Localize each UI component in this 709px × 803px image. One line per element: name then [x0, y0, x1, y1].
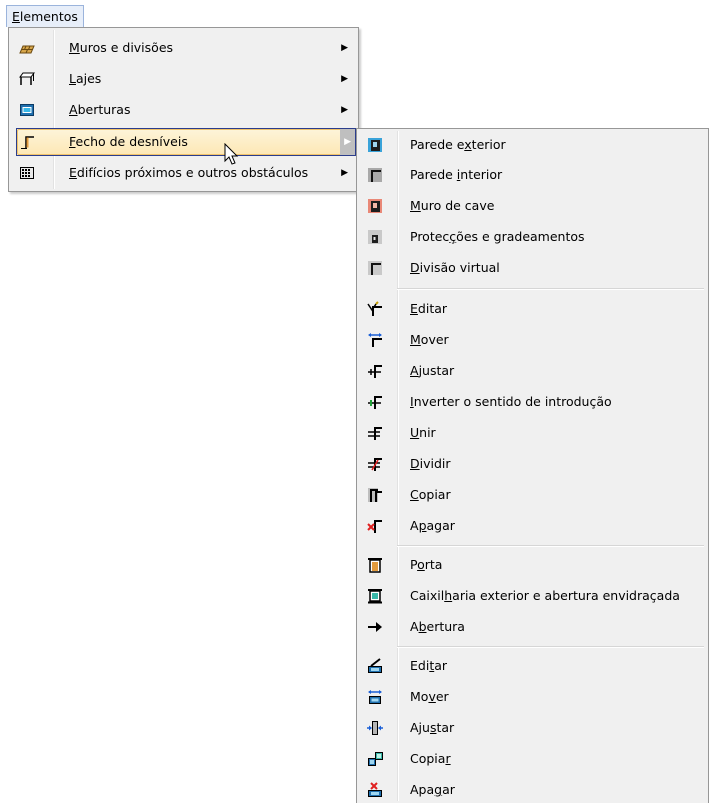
submenu-item-editar[interactable]: Editar: [359, 295, 706, 323]
menubar-elementos[interactable]: Elementos: [6, 5, 84, 27]
menu-item-label: Muro de cave: [410, 198, 495, 213]
door-icon: [367, 557, 383, 573]
menubar-title-underline: E: [12, 9, 20, 24]
submenu-item-abertura[interactable]: Abertura: [359, 613, 706, 641]
adjust-opening-icon: [367, 720, 383, 736]
menu-item-label: Editar: [410, 658, 448, 673]
submenu-item-divisao-virtual[interactable]: Divisão virtual: [359, 254, 706, 282]
menu-item-label: Inverter o sentido de introdução: [410, 394, 612, 409]
mouse-pointer-icon: [224, 142, 240, 170]
menu-item-label: Dividir: [410, 456, 451, 471]
submenu-arrow-icon: ▶: [341, 105, 348, 115]
menu-item-label: Lajes: [69, 71, 102, 86]
menu-item-label: Apagar: [410, 518, 455, 533]
basement-wall-icon: [367, 198, 383, 214]
level-barrier-icon: [20, 134, 36, 150]
copy-barrier-icon: [367, 487, 383, 503]
submenu-item-porta[interactable]: Porta: [359, 551, 706, 579]
screen: Elementos Muros e divisões ▶ Lajes ▶ Abe…: [0, 0, 709, 803]
menu-item-label: Caixilharia exterior e abertura envidraç…: [410, 588, 680, 603]
menu-item-label: Parede interior: [410, 167, 503, 182]
menu-item-label: Ajustar: [410, 363, 455, 378]
move-opening-icon: [367, 689, 383, 705]
submenu-item-mover[interactable]: Mover: [359, 326, 706, 354]
edit-barrier-icon: [367, 301, 383, 317]
menu-item-label: Mover: [410, 332, 449, 347]
menu-item-aberturas[interactable]: Aberturas ▶: [11, 96, 356, 124]
submenu-item-editar-abertura[interactable]: Editar: [359, 652, 706, 680]
submenu-item-ajustar[interactable]: Ajustar: [359, 357, 706, 385]
submenu-item-copiar-abertura[interactable]: Copiar: [359, 745, 706, 773]
submenu-arrow-icon: ▶: [340, 129, 355, 155]
submenu-item-parede-exterior[interactable]: Parede exterior: [359, 131, 706, 159]
invert-direction-icon: [367, 394, 383, 410]
join-barrier-icon: [367, 425, 383, 441]
menu-separator: [397, 646, 704, 648]
menu-item-label: Ajustar: [410, 720, 455, 735]
menu-item-label: Parede exterior: [410, 137, 506, 152]
split-barrier-icon: [367, 456, 383, 472]
submenu-item-apagar[interactable]: Apagar: [359, 512, 706, 540]
submenu-item-inverter-sentido[interactable]: Inverter o sentido de introdução: [359, 388, 706, 416]
menu-item-label: Copiar: [410, 751, 451, 766]
nearby-buildings-icon: [19, 165, 35, 181]
delete-barrier-icon: [367, 518, 383, 534]
fecho-de-desniveis-submenu: Parede exterior Parede interior Muro de …: [356, 128, 709, 803]
window-opening-icon: [19, 102, 35, 118]
move-barrier-icon: [367, 332, 383, 348]
submenu-item-parede-interior[interactable]: Parede interior: [359, 161, 706, 189]
menu-separator: [397, 545, 704, 547]
elementos-menu: Muros e divisões ▶ Lajes ▶ Aberturas ▶ F…: [8, 27, 359, 192]
submenu-arrow-icon: ▶: [341, 74, 348, 84]
submenu-item-apagar-abertura[interactable]: Apagar: [359, 776, 706, 803]
submenu-item-ajustar-abertura[interactable]: Ajustar: [359, 714, 706, 742]
submenu-item-mover-abertura[interactable]: Mover: [359, 683, 706, 711]
delete-opening-icon: [367, 782, 383, 798]
submenu-arrow-icon: ▶: [341, 168, 348, 178]
menu-item-lajes[interactable]: Lajes ▶: [11, 65, 356, 93]
menu-item-label: Muros e divisões: [69, 40, 174, 55]
menu-item-label: Divisão virtual: [410, 260, 500, 275]
copy-opening-icon: [367, 751, 383, 767]
menu-item-label: Unir: [410, 425, 436, 440]
submenu-item-dividir[interactable]: Dividir: [359, 450, 706, 478]
menu-item-label: Fecho de desníveis: [69, 134, 188, 149]
menu-item-fecho-de-desniveis[interactable]: Fecho de desníveis ▶: [16, 128, 356, 156]
glazed-window-icon: [367, 588, 383, 604]
interior-wall-icon: [367, 167, 383, 183]
submenu-item-muro-de-cave[interactable]: Muro de cave: [359, 192, 706, 220]
menu-item-label: Mover: [410, 689, 449, 704]
virtual-division-icon: [367, 260, 383, 276]
brick-wall-icon: [19, 40, 35, 56]
menu-item-muros-e-divisoes[interactable]: Muros e divisões ▶: [11, 34, 356, 62]
menu-item-label: Edifícios próximos e outros obstáculos: [69, 165, 309, 180]
submenu-item-proteccoes-gradeamentos[interactable]: Protecções e gradeamentos: [359, 223, 706, 251]
menu-item-label: Abertura: [410, 619, 465, 634]
menu-item-label: Protecções e gradeamentos: [410, 229, 585, 244]
menu-item-edificios-proximos[interactable]: Edifícios próximos e outros obstáculos ▶: [11, 159, 356, 187]
submenu-item-copiar[interactable]: Copiar: [359, 481, 706, 509]
exterior-wall-icon: [367, 137, 383, 153]
menubar-title-rest: lementos: [19, 9, 78, 24]
menu-separator: [397, 288, 704, 290]
edit-opening-icon: [367, 658, 383, 674]
slab-icon: [19, 71, 35, 87]
menu-item-label: Copiar: [410, 487, 451, 502]
submenu-item-unir[interactable]: Unir: [359, 419, 706, 447]
menu-item-label: Editar: [410, 301, 448, 316]
adjust-barrier-icon: [367, 363, 383, 379]
menu-item-label: Apagar: [410, 782, 455, 797]
arrow-right-icon: [367, 619, 383, 635]
submenu-arrow-icon: ▶: [341, 43, 348, 53]
submenu-item-caixilharia[interactable]: Caixilharia exterior e abertura envidraç…: [359, 582, 706, 610]
menu-item-label: Porta: [410, 557, 443, 572]
menu-item-label: Aberturas: [69, 102, 131, 117]
railing-icon: [367, 229, 383, 245]
